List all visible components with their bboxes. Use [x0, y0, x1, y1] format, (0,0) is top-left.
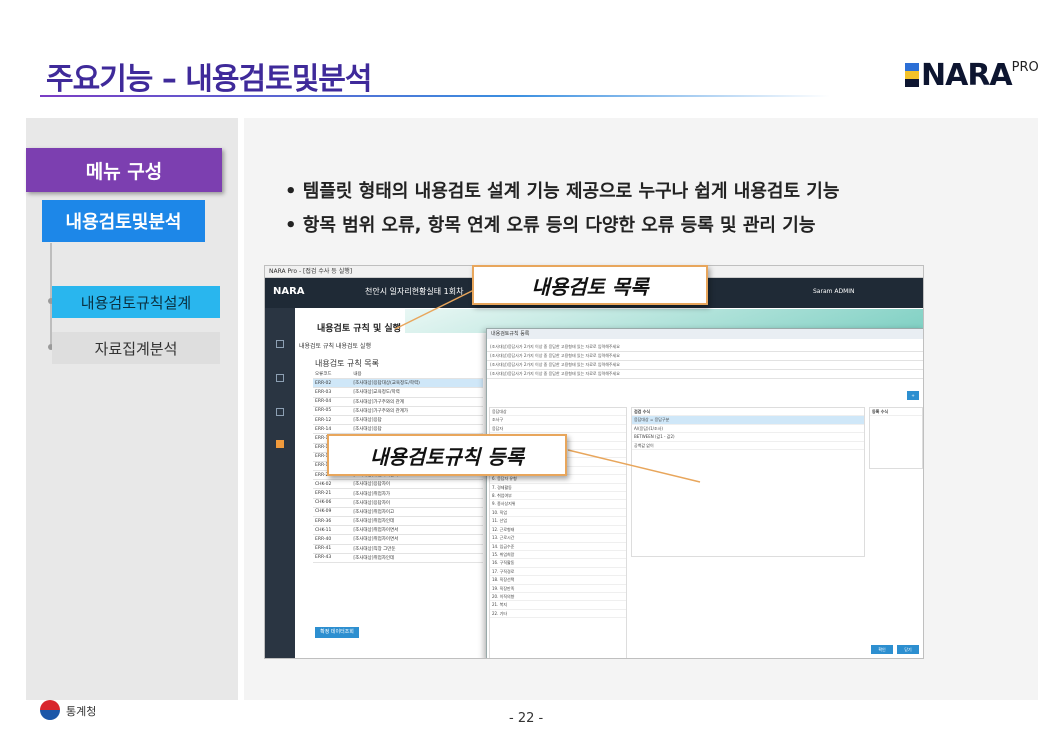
app-page-title: 내용검토 규칙 및 실행: [317, 324, 401, 334]
list-item[interactable]: 12. 근로형태: [490, 526, 626, 535]
formula-row[interactable]: 공백값 없이: [632, 442, 864, 451]
list-item[interactable]: 19. 직장만족: [490, 585, 626, 593]
rule-register-dialog: 내용검토규칙 등록 (조사대상)응답사가 2가지 이상 중 응답한 고용형태 있…: [486, 328, 923, 658]
logo-text: NARA: [921, 58, 1013, 93]
dialog-field-row[interactable]: (조사대상)응답사가 2가지 이상 중 응답한 고용형태 있는 자료로 입력해주…: [487, 343, 923, 352]
table-row[interactable]: CHK-06 [조사대상]응답자이: [313, 498, 483, 508]
bullet-1: 템플릿 형태의 내용검토 설계 기능 제공으로 누구나 쉽게 내용검토 기능: [285, 177, 840, 203]
list-item[interactable]: 11. 산업: [490, 517, 626, 526]
app-sidebar: [265, 308, 295, 658]
list-item[interactable]: 9. 종사상지위: [490, 500, 626, 509]
ok-button[interactable]: 확인: [871, 645, 893, 654]
formula-row[interactable]: 응답대상 = 응답구분: [632, 416, 864, 425]
list-item[interactable]: 6. 응답자 유형: [490, 475, 626, 484]
chart-icon[interactable]: [276, 408, 284, 416]
close-button[interactable]: 닫기: [897, 645, 919, 654]
footer-org: 통계청: [40, 700, 96, 720]
confirm-data-button[interactable]: 확정 데이터조회: [315, 627, 359, 638]
list-item[interactable]: 20. 이직의향: [490, 593, 626, 602]
footer-org-name: 통계청: [66, 705, 97, 718]
add-icon[interactable]: +: [907, 391, 919, 400]
slide: 주요기능 – 내용검토및분석 NARAPRO 메뉴 구성 내용검토및분석 내용검…: [0, 0, 1059, 734]
statistics-korea-emblem-icon: [40, 700, 60, 720]
bullet-2: 항목 범위 오류, 항목 연계 오류 등의 다양한 오류 등록 및 관리 기능: [285, 211, 816, 237]
list-item[interactable]: 17. 구직경로: [490, 568, 626, 577]
nara-pro-logo: NARAPRO: [905, 58, 1039, 93]
logo-pro: PRO: [1011, 60, 1039, 75]
table-row[interactable]: ERR-14 [조사대상]응답: [313, 424, 483, 435]
list-item[interactable]: 15. 취업희망: [490, 551, 626, 560]
table-row[interactable]: ERR-05 [조사대상]가구주와의 관계가: [313, 406, 483, 416]
dialog-title: 내용검토규칙 등록: [487, 329, 923, 339]
list-icon[interactable]: [276, 374, 284, 382]
callout-register: 내용검토규칙 등록: [327, 434, 567, 476]
table-row[interactable]: CHK-02 [조사대상]응답자이: [313, 479, 483, 490]
formula-section-title: 검검 수식: [632, 408, 864, 417]
menu-item-content-review[interactable]: 내용검토및분석: [42, 200, 205, 242]
list-item[interactable]: 13. 근로시간: [490, 534, 626, 543]
list-item[interactable]: 10. 직업: [490, 509, 626, 518]
page-title: 주요기능 – 내용검토및분석: [46, 62, 372, 97]
title-underline: [40, 95, 830, 97]
list-item[interactable]: 응답자: [490, 425, 626, 434]
table-row[interactable]: ERR-36 [조사대상]취업자인데: [313, 516, 483, 527]
app-header-title: 천안시 일자리현황실태 1회차: [365, 287, 464, 296]
column-header: 내용: [351, 370, 483, 380]
column-header: 오류코드: [313, 370, 352, 380]
dialog-field-row[interactable]: (조사대상)응답사가 2가지 이상 중 응답한 고용형태 있는 자료로 입력해주…: [487, 370, 923, 379]
list-item[interactable]: 21. 복지: [490, 601, 626, 610]
list-item[interactable]: 7. 경제활동: [490, 484, 626, 493]
table-row[interactable]: ERR-02 [조사대상]응답대상(교육정도/학력): [313, 378, 483, 389]
list-item[interactable]: 22. 기타: [490, 610, 626, 619]
warning-icon[interactable]: [276, 440, 284, 448]
table-row[interactable]: ERR-41 [조사대상]직장 그만둔: [313, 544, 483, 554]
logo-mark-icon: [905, 63, 919, 87]
list-item[interactable]: 16. 구직활동: [490, 559, 626, 568]
formula-row[interactable]: BETWEEN (값1 - 값2): [632, 433, 864, 442]
table-row[interactable]: ERR-12 [조사대상]응답: [313, 415, 483, 426]
list-item[interactable]: 조사구: [490, 416, 626, 425]
callout-list: 내용검토 목록: [472, 265, 708, 305]
table-row[interactable]: CHK-11 [조사대상]취업자이면서: [313, 525, 483, 536]
formula-panel: 검검 수식 응답대상 = 응답구분 A/(응답)(1/조사) BETWEEN (…: [631, 407, 865, 557]
list-item[interactable]: 8. 취업여부: [490, 492, 626, 501]
rule-list-title: 내용검토 규칙 목록: [315, 359, 379, 368]
dialog-field-row[interactable]: (조사대상)응답사가 2가지 이상 중 응답한 고용형태 있는 자료로 입력해주…: [487, 361, 923, 370]
doc-icon[interactable]: [276, 340, 284, 348]
menu-sub-aggregation[interactable]: 자료집계분석: [52, 332, 220, 364]
app-logo: NARA: [273, 286, 305, 297]
menu-header: 메뉴 구성: [26, 148, 222, 192]
table-row[interactable]: CHK-09 [조사대상]취업자이고: [313, 507, 483, 518]
menu-sub-rule-design[interactable]: 내용검토규칙설계: [52, 286, 220, 318]
table-row[interactable]: ERR-43 [조사대상]취업자인데: [313, 553, 483, 563]
app-tabs[interactable]: 내용검토 규칙 내용검토 실행: [299, 341, 371, 350]
user-label[interactable]: Saram ADMIN: [813, 288, 855, 295]
formula-row[interactable]: A/(응답)(1/조사): [632, 425, 864, 434]
table-header: 오류코드 내용: [313, 370, 483, 380]
table-row[interactable]: ERR-40 [조사대상]취업자이면서: [313, 534, 483, 545]
table-row[interactable]: ERR-03 [조사대상]교육정도/학력: [313, 387, 483, 398]
list-item[interactable]: 응답대상: [490, 408, 626, 417]
registered-formula-panel: 등록 수식: [869, 407, 923, 469]
table-row[interactable]: ERR-04 [조사대상]가구주와의 관계: [313, 397, 483, 407]
list-item[interactable]: 18. 직장선택: [490, 576, 626, 585]
table-row[interactable]: ERR-21 [조사대상]취업자가: [313, 488, 483, 499]
registered-section-title: 등록 수식: [870, 408, 922, 417]
page-number: - 22 -: [509, 711, 544, 726]
dialog-field-row[interactable]: (조사대상)응답사가 2가지 이상 중 응답한 고용형태 있는 자료로 입력해주…: [487, 352, 923, 361]
list-item[interactable]: 14. 임금수준: [490, 543, 626, 551]
